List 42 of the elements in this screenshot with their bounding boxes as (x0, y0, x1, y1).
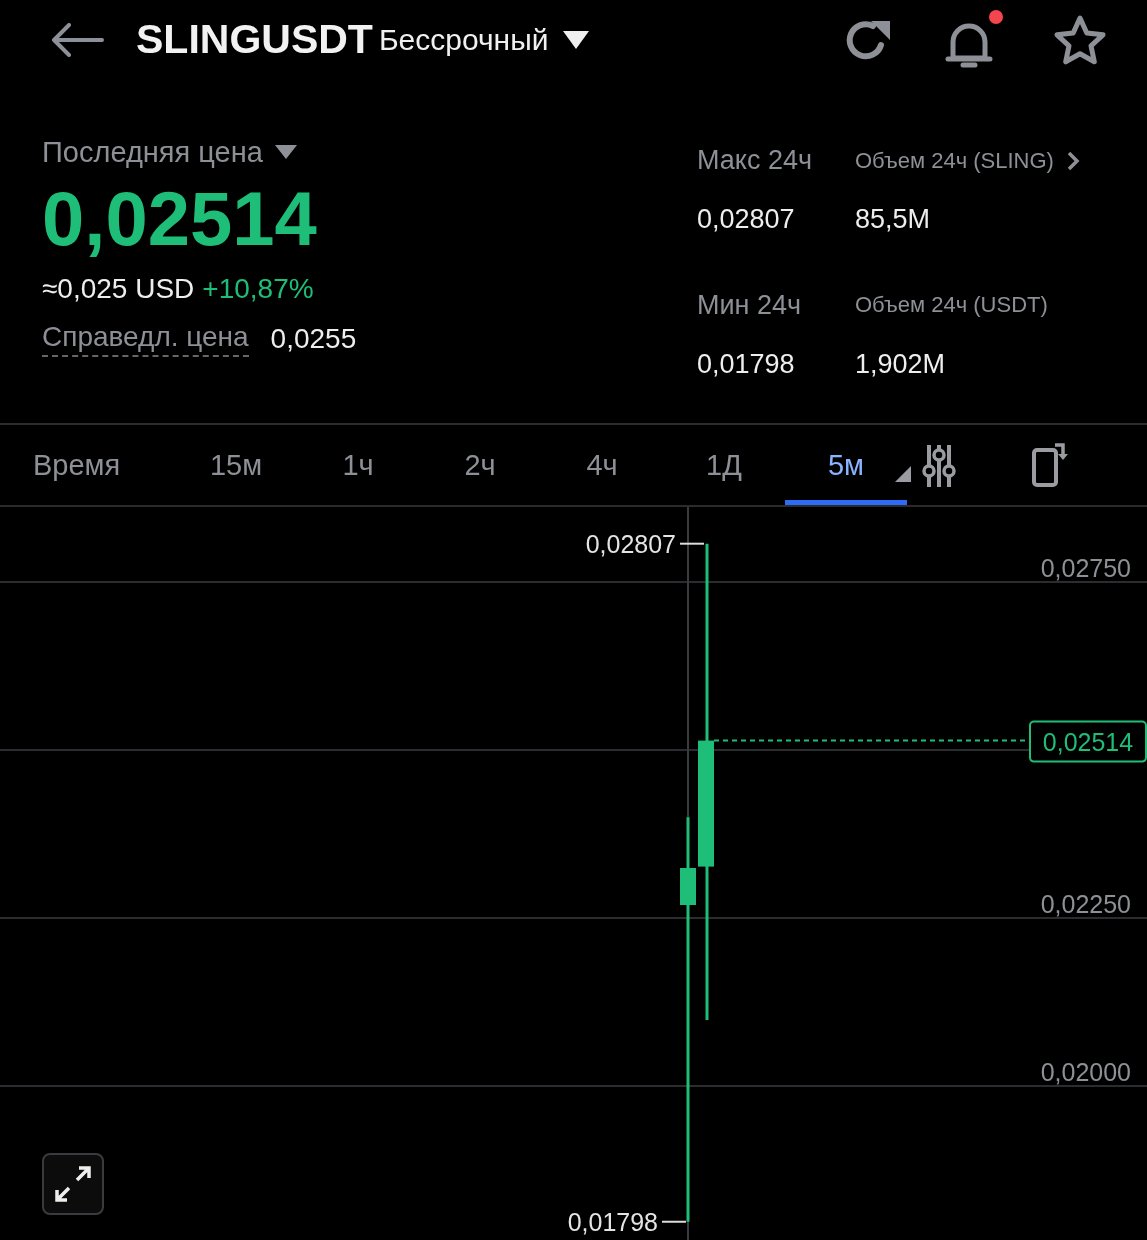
stat-value: 1,902M (855, 347, 947, 381)
chevron-right-icon (1065, 149, 1080, 172)
star-icon (1053, 13, 1107, 66)
symbol-title: SLINGUSDT (136, 16, 373, 64)
corner-triangle-icon (895, 466, 911, 482)
usd-value: ≈0,025 USD (42, 272, 195, 305)
last-price: 0,02514 (42, 180, 318, 257)
price-type-dropdown[interactable]: Последняя цена (42, 135, 697, 169)
favorite-button[interactable] (1053, 13, 1107, 66)
caret-icon (274, 145, 297, 160)
stat-label[interactable]: Объем 24ч (SLING) (855, 133, 1107, 188)
time-label: Время (33, 448, 122, 482)
stat-label: Мин 24ч (697, 288, 803, 322)
fair-price-label[interactable]: Справедл. цена (42, 320, 249, 357)
fair-price-value: 0,0255 (270, 322, 357, 355)
stat-value: 0,01798 (697, 347, 796, 381)
axis-label: 0,02250 (1040, 890, 1131, 918)
contract-type-dropdown[interactable]: Бессрочный (378, 22, 589, 57)
stat-label: Объем 24ч (USDT) (855, 291, 1049, 320)
rotate-phone-icon (1031, 442, 1071, 488)
current-price-tag: 0,02514 (1029, 720, 1147, 763)
interval-tab[interactable]: 15м (175, 425, 297, 505)
back-arrow-icon (50, 22, 104, 57)
fullscreen-button[interactable] (42, 1153, 104, 1215)
sliders-icon (921, 443, 957, 487)
price-change: +10,87% (202, 272, 314, 305)
axis-label: 0,02000 (1040, 1058, 1131, 1086)
stat-value: 85,5M (855, 203, 932, 237)
back-button[interactable] (50, 22, 104, 57)
interval-tab[interactable]: 2ч (419, 425, 541, 505)
expand-icon (53, 1164, 93, 1204)
axis-label: 0,02750 (1040, 554, 1131, 582)
rotate-screen-button[interactable] (1031, 442, 1071, 488)
indicator-settings-button[interactable] (921, 443, 957, 487)
interval-tab[interactable]: 5м (785, 425, 907, 505)
caret-icon (562, 30, 589, 49)
stat-value: 0,02807 (697, 203, 796, 237)
interval-tab[interactable]: 1Д (663, 425, 785, 505)
interval-tab[interactable]: 1ч (297, 425, 419, 505)
notifications-button[interactable] (945, 9, 1003, 70)
stat-label: Макс 24ч (697, 144, 814, 178)
interval-tab[interactable]: 4ч (541, 425, 663, 505)
